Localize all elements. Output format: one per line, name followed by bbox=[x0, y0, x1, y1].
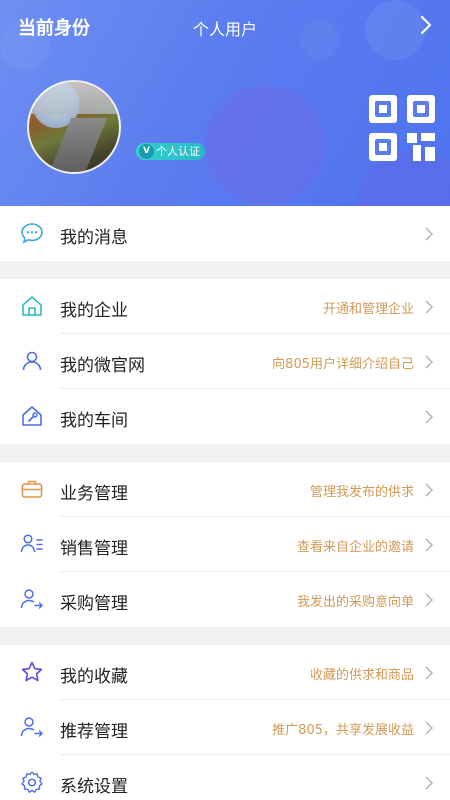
gear-icon bbox=[21, 771, 43, 793]
chevron-right-icon bbox=[425, 721, 434, 735]
menu-item-hint: 推广805，共享发展收益 bbox=[272, 723, 414, 738]
menu-item-hint: 查看来自企业的邀请 bbox=[296, 540, 414, 555]
menu-item-system-settings[interactable]: 系统设置 bbox=[21, 755, 450, 800]
chevron-right-icon bbox=[425, 538, 434, 552]
chevron-right-icon bbox=[425, 227, 434, 241]
menu-item-recommend-management[interactable]: 推荐管理 推广805，共享发展收益 bbox=[20, 700, 450, 755]
menu-item-hint: 开通和管理企业 bbox=[322, 302, 414, 317]
sales-list-icon bbox=[20, 534, 43, 553]
menu-item-my-messages[interactable]: 我的消息 bbox=[21, 206, 450, 261]
menu-item-label: 我的微官网 bbox=[60, 356, 145, 376]
person-icon bbox=[22, 351, 42, 371]
menu-item-my-microsite[interactable]: 我的微官网 向805用户详细介绍自己 bbox=[22, 334, 450, 389]
menu-item-label: 系统设置 bbox=[60, 777, 128, 797]
certification-label: 个人认证 bbox=[156, 145, 200, 158]
top-bar: 当前身份 个人用户 bbox=[0, 0, 450, 52]
user-type-switch[interactable]: 个人用户 bbox=[0, 16, 450, 40]
menu-item-purchase-management[interactable]: 采购管理 我发出的采购意向单 bbox=[20, 572, 450, 627]
chevron-right-icon bbox=[425, 483, 434, 497]
menu-item-hint: 向805用户详细介绍自己 bbox=[272, 357, 414, 372]
menu-item-hint: 收藏的供求和商品 bbox=[309, 668, 414, 683]
menu-item-label: 我的车间 bbox=[60, 411, 128, 431]
certification-badge[interactable]: V 个人认证 bbox=[136, 143, 205, 160]
menu-item-sales-management[interactable]: 销售管理 查看来自企业的邀请 bbox=[20, 517, 450, 572]
chevron-right-icon[interactable] bbox=[418, 14, 434, 36]
decor-circle bbox=[205, 85, 325, 205]
message-icon bbox=[21, 223, 43, 244]
qr-code-icon[interactable] bbox=[369, 95, 435, 161]
workshop-icon bbox=[22, 406, 42, 426]
avatar[interactable] bbox=[27, 80, 121, 174]
chevron-right-icon bbox=[425, 776, 434, 790]
menu-item-label: 我的消息 bbox=[60, 228, 128, 248]
menu-item-label: 业务管理 bbox=[60, 484, 128, 504]
menu-item-my-workshop[interactable]: 我的车间 bbox=[22, 389, 450, 444]
company-icon bbox=[22, 296, 42, 316]
menu-item-label: 采购管理 bbox=[60, 594, 128, 614]
chevron-right-icon bbox=[425, 355, 434, 369]
menu-item-label: 我的收藏 bbox=[60, 667, 128, 687]
menu-group-enterprise: 我的企业 开通和管理企业 我的微官网 向805用户详细介绍自己 我的车间 bbox=[0, 279, 450, 444]
chevron-right-icon bbox=[425, 410, 434, 424]
chevron-right-icon bbox=[425, 666, 434, 680]
menu-group-management: 业务管理 管理我发布的供求 销售管理 查看来自企业的邀请 采购管理 我发出的采购… bbox=[0, 462, 450, 627]
menu-item-business-management[interactable]: 业务管理 管理我发布的供求 bbox=[21, 462, 450, 517]
chevron-right-icon bbox=[425, 300, 434, 314]
verified-icon: V bbox=[139, 144, 154, 159]
menu-item-label: 我的企业 bbox=[60, 301, 128, 321]
purchase-person-icon bbox=[20, 589, 43, 609]
menu-item-label: 销售管理 bbox=[60, 539, 128, 559]
profile-header: 当前身份 个人用户 V 个人认证 bbox=[0, 0, 450, 206]
menu-item-hint: 我发出的采购意向单 bbox=[296, 595, 414, 610]
star-icon bbox=[21, 661, 43, 682]
chevron-right-icon bbox=[425, 593, 434, 607]
menu-group-other: 我的收藏 收藏的供求和商品 推荐管理 推广805，共享发展收益 系统设置 bbox=[0, 645, 450, 800]
briefcase-icon bbox=[21, 480, 43, 498]
menu-item-my-favorites[interactable]: 我的收藏 收藏的供求和商品 bbox=[21, 645, 450, 700]
recommend-person-icon bbox=[20, 717, 43, 737]
menu-item-my-company[interactable]: 我的企业 开通和管理企业 bbox=[22, 279, 450, 334]
menu-item-label: 推荐管理 bbox=[60, 722, 128, 742]
menu-group-messages: 我的消息 bbox=[0, 206, 450, 261]
menu-item-hint: 管理我发布的供求 bbox=[309, 485, 414, 500]
